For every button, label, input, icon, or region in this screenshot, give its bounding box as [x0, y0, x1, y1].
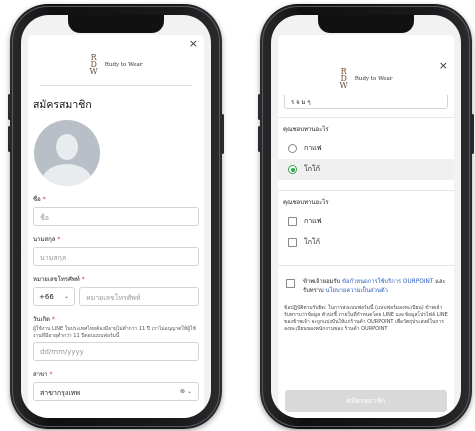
- option-label: กาแฟ: [304, 144, 322, 152]
- submit-button[interactable]: สมัครสมาชิก: [285, 390, 447, 412]
- policy-text: ข้อปฏิบัติตามรับผิด: ในการส่งแบบฟอร์มนี้…: [284, 305, 448, 332]
- option-cocoa[interactable]: โกโก้: [278, 159, 454, 180]
- option-label: โกโก้: [304, 238, 320, 246]
- consent-checkbox[interactable]: [286, 279, 295, 288]
- brand-name: Rudy to Wear: [354, 75, 393, 82]
- close-icon[interactable]: ×: [439, 59, 448, 72]
- phone-input[interactable]: หมายเลขโทรศัพท์: [79, 287, 199, 306]
- phone-row: +66 ⌄ หมายเลขโทรศัพท์: [33, 287, 199, 306]
- close-icon[interactable]: ×: [189, 37, 198, 50]
- radio-button-selected[interactable]: [288, 165, 297, 174]
- screen-left: × RDW Rudy to Wear สมัครสมาชิก ชื่อ * ชื…: [21, 15, 211, 418]
- volume-button: [258, 126, 261, 152]
- phone-frame-right: × RDW Rudy to Wear ร จ ม ๆ คุณชอบทานอะไร…: [258, 4, 474, 429]
- consent-text: ข้าพเจ้ายอมรับ ข้อกำหนดการใช้บริการ OURP…: [303, 279, 446, 294]
- page-title: สมัครสมาชิก: [33, 99, 92, 111]
- name-label: ชื่อ *: [33, 196, 46, 203]
- question-1-label: คุณชอบทานอะไร: [283, 126, 329, 133]
- brand-name: Rudy to Wear: [104, 61, 143, 68]
- register-modal-scrolled: × RDW Rudy to Wear ร จ ม ๆ คุณชอบทานอะไร…: [278, 35, 454, 418]
- checkbox[interactable]: [288, 238, 297, 247]
- branch-value: สาขากรุงเทพ: [40, 389, 80, 397]
- option-label: กาแฟ: [304, 217, 322, 225]
- power-button: [221, 114, 224, 154]
- phone-frame-left: × RDW Rudy to Wear สมัครสมาชิก ชื่อ * ชื…: [8, 4, 224, 429]
- consent-section: ข้าพเจ้ายอมรับ ข้อกำหนดการใช้บริการ OURP…: [278, 265, 454, 333]
- branch-label: สาขา *: [33, 371, 53, 378]
- avatar-head-icon: [56, 134, 78, 160]
- brand-monogram: RDW: [89, 53, 99, 76]
- power-button: [471, 114, 474, 154]
- brand-monogram: RDW: [339, 67, 349, 90]
- birthday-label: วันเกิด *: [33, 316, 55, 323]
- question-1: คุณชอบทานอะไร กาแฟ โกโก้: [278, 117, 454, 180]
- option-label: โกโก้: [304, 165, 320, 173]
- divider: [40, 85, 192, 86]
- avatar-body-icon: [42, 164, 92, 186]
- chevron-down-icon: ⌄: [63, 293, 69, 300]
- brand-logo: RDW Rudy to Wear: [278, 59, 454, 90]
- radio-button[interactable]: [288, 144, 297, 153]
- option-coffee[interactable]: กาแฟ: [278, 138, 454, 159]
- previous-field[interactable]: ร จ ม ๆ: [284, 95, 448, 109]
- birthday-input[interactable]: dd/mm/yyyy: [33, 342, 199, 361]
- volume-button: [8, 94, 11, 120]
- screen-right: × RDW Rudy to Wear ร จ ม ๆ คุณชอบทานอะไร…: [271, 15, 461, 418]
- option-cocoa[interactable]: โกโก้: [278, 232, 454, 253]
- notch: [318, 15, 414, 33]
- privacy-link[interactable]: นโยบายความเป็นส่วนตัว: [326, 288, 388, 294]
- checkbox[interactable]: [288, 217, 297, 226]
- brand-logo: RDW Rudy to Wear: [28, 45, 204, 76]
- option-coffee[interactable]: กาแฟ: [278, 211, 454, 232]
- notch: [68, 15, 164, 33]
- phone-label: หมายเลขโทรศัพท์ *: [33, 276, 85, 283]
- surname-label: นามสกุล *: [33, 236, 61, 243]
- avatar[interactable]: [34, 120, 100, 186]
- clear-icon[interactable]: ⊗: [180, 388, 185, 395]
- country-code-select[interactable]: +66 ⌄: [33, 287, 75, 306]
- birthday-hint: ผู้ใช้งาน LINE ในประเทศไทยต้องมีอายุไม่ต…: [33, 326, 196, 339]
- consent-row: ข้าพเจ้ายอมรับ ข้อกำหนดการใช้บริการ OURP…: [286, 278, 446, 295]
- register-modal: × RDW Rudy to Wear สมัครสมาชิก ชื่อ * ชื…: [28, 35, 204, 418]
- name-input[interactable]: ชื่อ: [33, 207, 199, 226]
- surname-input[interactable]: นามสกุล: [33, 247, 199, 266]
- chevron-down-icon[interactable]: ⌄: [187, 388, 192, 395]
- volume-button: [8, 126, 11, 152]
- question-2-label: คุณชอบทานอะไร: [283, 199, 329, 206]
- volume-button: [258, 94, 261, 120]
- terms-link[interactable]: ข้อกำหนดการใช้บริการ OURPOINT: [342, 279, 433, 285]
- country-code-value: +66: [39, 293, 54, 301]
- question-2: คุณชอบทานอะไร กาแฟ โกโก้: [278, 190, 454, 253]
- branch-select[interactable]: สาขากรุงเทพ ⊗ ⌄: [33, 382, 199, 401]
